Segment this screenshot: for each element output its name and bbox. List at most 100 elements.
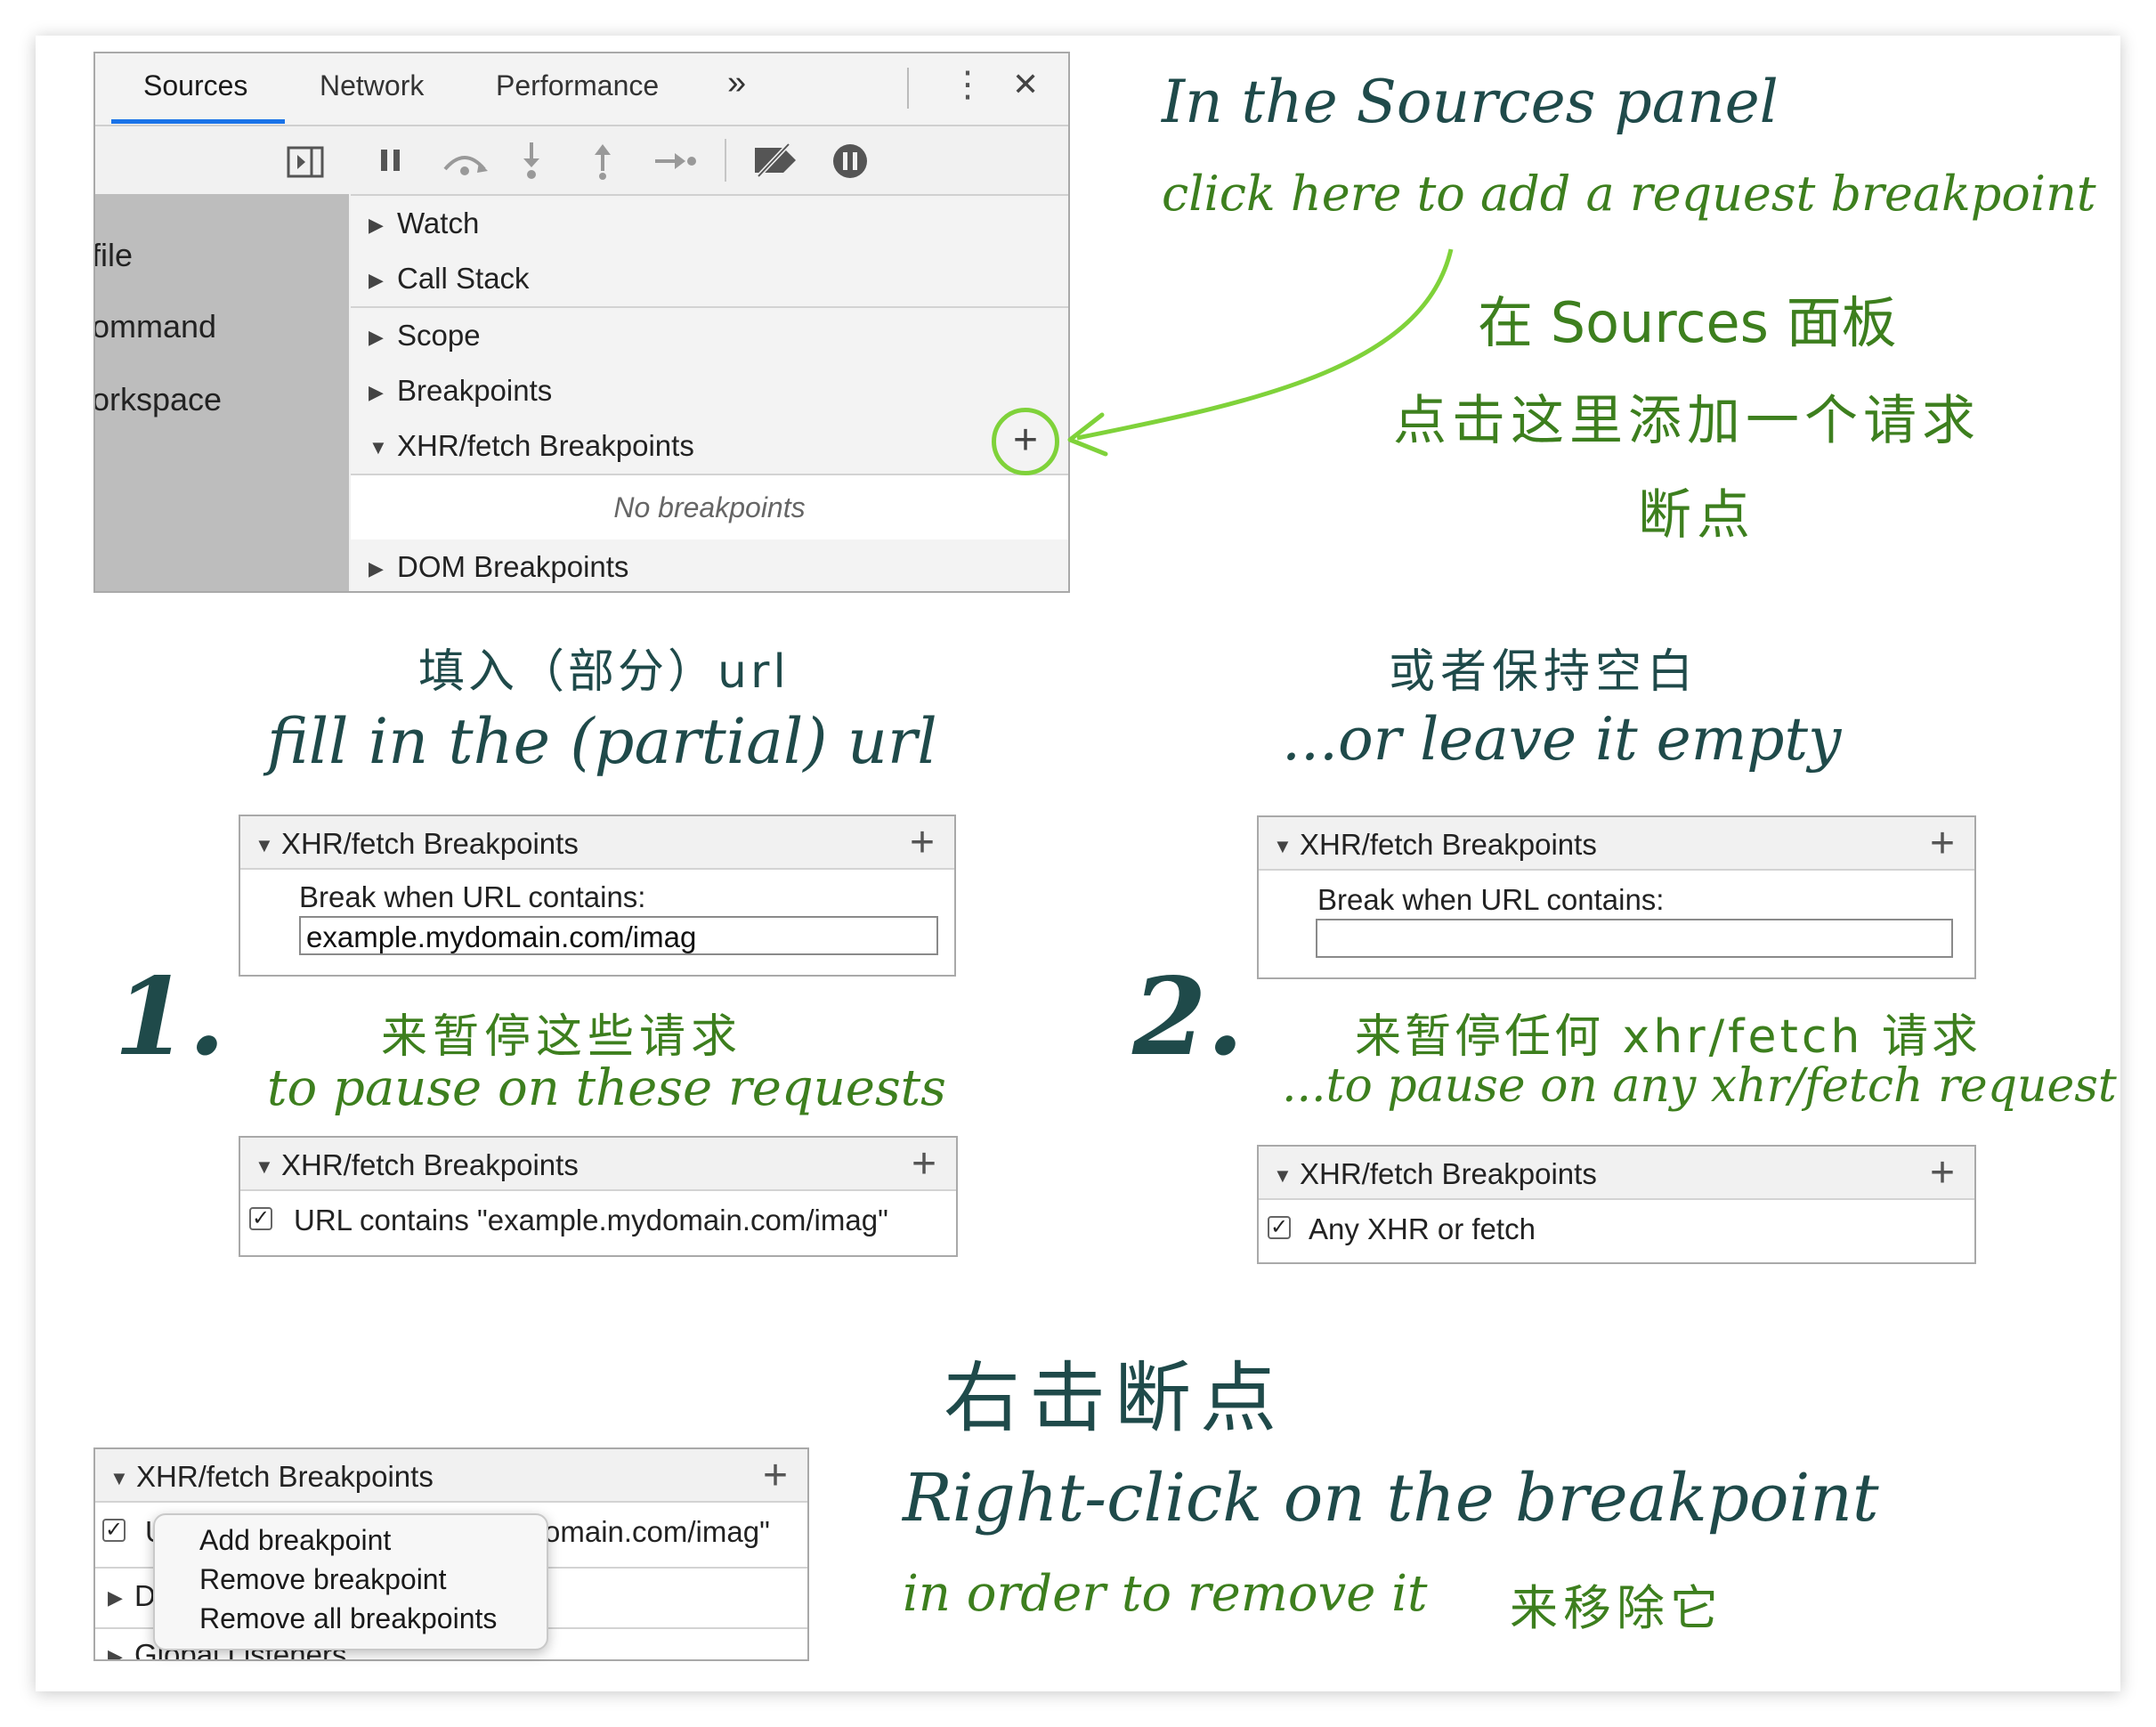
section-label: Call Stack xyxy=(397,262,530,295)
section-breakpoints[interactable]: ▶ Breakpoints xyxy=(351,363,1068,420)
pause-icon[interactable] xyxy=(377,146,404,174)
section-call-stack[interactable]: ▶ Call Stack xyxy=(351,251,1068,308)
devtools-tabbar: Sources Network Performance » ⋮ ✕ xyxy=(95,53,1068,126)
collapse-triangle-icon: ▼ xyxy=(369,436,388,458)
annotation-step1-zh: 来暂停这些请求 xyxy=(381,1010,743,1064)
sidebar-item-workspace[interactable]: orkspace xyxy=(95,381,222,418)
annotation-top-en-1: In the Sources panel xyxy=(1162,68,1779,136)
collapse-triangle-icon: ▼ xyxy=(255,834,274,856)
expand-triangle-icon: ▶ xyxy=(108,1586,123,1609)
section-xhr-fetch-breakpoints[interactable]: ▼ XHR/fetch Breakpoints xyxy=(351,418,1068,475)
plus-icon: + xyxy=(1012,417,1039,464)
expand-triangle-icon: ▶ xyxy=(369,381,384,403)
collapse-triangle-icon: ▼ xyxy=(1273,1164,1293,1187)
any-xhr-item[interactable]: Any XHR or fetch xyxy=(1309,1212,1536,1246)
active-tab-underline xyxy=(111,119,285,124)
add-breakpoint-icon[interactable]: + xyxy=(910,818,935,867)
annotation-bottom-en-2: in order to remove it xyxy=(903,1565,1428,1623)
toggle-sidebar-icon[interactable] xyxy=(287,146,324,178)
add-breakpoint-icon[interactable]: + xyxy=(912,1139,936,1188)
breakpoint-url-item[interactable]: URL contains "example.mydomain.com/imag" xyxy=(294,1204,888,1237)
menu-item-add-breakpoint[interactable]: Add breakpoint xyxy=(199,1524,391,1557)
xhr-panel-any-breakpoint: ▼ XHR/fetch Breakpoints + ✓ Any XHR or f… xyxy=(1257,1145,1976,1264)
annotation-bottom-zh-2: 来移除它 xyxy=(1510,1580,1723,1636)
panel-header: ▼ XHR/fetch Breakpoints + xyxy=(1259,817,1974,871)
breakpoint-checkbox[interactable]: ✓ xyxy=(102,1519,126,1542)
collapse-triangle-icon: ▼ xyxy=(255,1155,274,1178)
add-breakpoint-icon[interactable]: + xyxy=(1930,819,1955,868)
step-2-marker: 2. xyxy=(1132,954,1244,1080)
section-label: XHR/fetch Breakpoints xyxy=(397,429,694,462)
no-breakpoints-message: No breakpoints xyxy=(351,475,1068,541)
sidebar-toolbar xyxy=(95,126,349,194)
xhr-panel-with-url: ▼ XHR/fetch Breakpoints + Break when URL… xyxy=(239,815,956,977)
add-breakpoint-icon[interactable]: + xyxy=(1930,1148,1955,1197)
tab-network[interactable]: Network xyxy=(320,69,424,102)
devtools-panel: Sources Network Performance » ⋮ ✕ file o… xyxy=(93,52,1070,593)
add-xhr-breakpoint-button[interactable]: + xyxy=(992,408,1059,475)
expand-triangle-icon: ▶ xyxy=(369,326,384,348)
annotation-bottom-en: Right-click on the breakpoint xyxy=(903,1460,1879,1536)
add-breakpoint-icon[interactable]: + xyxy=(763,1451,788,1500)
close-icon[interactable]: ✕ xyxy=(1012,66,1039,103)
tab-performance[interactable]: Performance xyxy=(496,69,659,102)
panel-title: XHR/fetch Breakpoints xyxy=(1300,1157,1597,1190)
break-url-label: Break when URL contains: xyxy=(299,880,646,913)
sidebar-item-command[interactable]: ommand xyxy=(95,308,216,345)
section-label: Scope xyxy=(397,319,481,352)
no-breakpoints-text: No breakpoints xyxy=(613,491,806,523)
panel-title: XHR/fetch Breakpoints xyxy=(281,827,579,860)
expand-triangle-icon: ▶ xyxy=(108,1645,123,1661)
section-watch[interactable]: ▶ Watch xyxy=(351,196,1068,253)
annotation-top-zh-3: 断点 xyxy=(1638,484,1755,547)
annotation-step1-en: to pause on these requests xyxy=(267,1059,946,1117)
panel-header: ▼ XHR/fetch Breakpoints + xyxy=(240,1138,956,1191)
step-icon[interactable] xyxy=(653,150,698,173)
deactivate-breakpoints-icon[interactable] xyxy=(751,142,801,178)
menu-item-remove-all-breakpoints[interactable]: Remove all breakpoints xyxy=(199,1602,497,1635)
panel-title: XHR/fetch Breakpoints xyxy=(1300,828,1597,861)
step-into-icon[interactable] xyxy=(518,141,545,180)
sources-sidebar: file ommand orkspace xyxy=(95,194,349,591)
step-1-marker: 1. xyxy=(114,954,226,1080)
sidebar-item-file[interactable]: file xyxy=(95,237,133,274)
section-label: Breakpoints xyxy=(397,374,553,407)
panel-header: ▼ XHR/fetch Breakpoints + xyxy=(240,816,954,870)
annotation-top-en-2: click here to add a request breakpoint xyxy=(1162,166,2096,222)
tabbar-divider xyxy=(907,68,909,109)
annotation-top-zh-1: 在 Sources 面板 xyxy=(1478,290,1897,355)
step-over-icon[interactable] xyxy=(440,146,490,176)
panel-header: ▼ XHR/fetch Breakpoints + xyxy=(95,1449,807,1503)
break-url-label: Break when URL contains: xyxy=(1317,883,1665,916)
pause-on-exceptions-icon[interactable] xyxy=(831,142,869,180)
annotation-right-en: ...or leave it empty xyxy=(1282,705,1842,774)
annotation-left-zh: 填入（部分）url xyxy=(418,645,790,699)
tab-sources[interactable]: Sources xyxy=(143,69,247,102)
url-filter-input[interactable] xyxy=(1316,919,1953,958)
menu-item-remove-breakpoint[interactable]: Remove breakpoint xyxy=(199,1563,446,1596)
expand-triangle-icon: ▶ xyxy=(369,557,384,580)
xhr-panel-url-breakpoint: ▼ XHR/fetch Breakpoints + ✓ URL contains… xyxy=(239,1136,958,1257)
debugger-toolbar xyxy=(351,126,1068,196)
url-filter-input[interactable]: example.mydomain.com/imag xyxy=(299,916,938,955)
breakpoint-checkbox[interactable]: ✓ xyxy=(1268,1216,1291,1239)
annotation-left-en: fill in the (partial) url xyxy=(267,705,937,778)
section-scope[interactable]: ▶ Scope xyxy=(351,308,1068,365)
more-tabs-icon[interactable]: » xyxy=(727,64,746,102)
xhr-panel-empty: ▼ XHR/fetch Breakpoints + Break when URL… xyxy=(1257,815,1976,979)
toolbar-divider xyxy=(725,139,726,182)
annotation-bottom-zh: 右击断点 xyxy=(944,1354,1285,1443)
step-out-icon[interactable] xyxy=(589,141,616,180)
collapse-triangle-icon: ▼ xyxy=(1273,835,1293,857)
annotation-step2-zh: 来暂停任何 xhr/fetch 请求 xyxy=(1355,1010,1982,1064)
panel-title: XHR/fetch Breakpoints xyxy=(136,1460,434,1493)
expand-triangle-icon: ▶ xyxy=(369,214,384,236)
breakpoint-url-item[interactable]: omain.com/imag" xyxy=(544,1515,770,1549)
section-dom-breakpoints[interactable]: ▶ DOM Breakpoints xyxy=(351,539,1068,591)
annotation-top-zh-2: 点击这里添加一个请求 xyxy=(1393,390,1981,452)
breakpoint-checkbox[interactable]: ✓ xyxy=(249,1207,272,1230)
panel-title: XHR/fetch Breakpoints xyxy=(281,1148,579,1181)
kebab-menu-icon[interactable]: ⋮ xyxy=(950,64,985,105)
collapse-triangle-icon: ▼ xyxy=(109,1467,129,1489)
breakpoint-context-menu: Add breakpoint Remove breakpoint Remove … xyxy=(153,1513,548,1650)
